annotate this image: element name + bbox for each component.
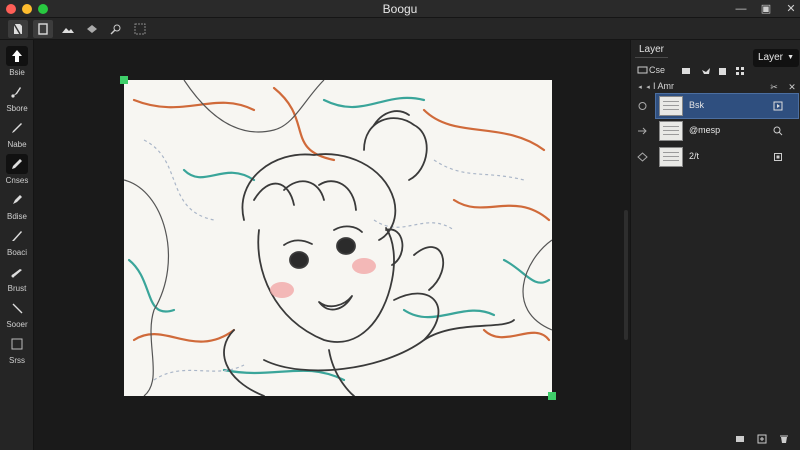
sketch-drawing [124,80,552,396]
canvas-workspace[interactable] [34,40,630,450]
panel-tools-row: Cse [631,64,800,78]
visibility-icon[interactable] [637,101,648,111]
magic-wand-icon [110,24,121,35]
tool-smudge[interactable]: Sooer [2,298,32,332]
document-icon-button[interactable] [8,20,28,38]
trash-icon[interactable] [777,432,791,446]
transform-button[interactable] [58,20,78,38]
tool-label: Bsie [9,68,25,77]
canvas-handle-bottom-right[interactable] [548,392,556,400]
canvas-icon [38,23,48,35]
panel-options-icon[interactable] [679,64,693,78]
panel-blend-row: ◂ ◂ I Amr ✂ ✕ [631,80,800,94]
title-bar: Boogu — ▣ ✕ [0,0,800,18]
layer-lock-icon[interactable] [771,150,785,164]
layer-thumbnail [659,96,683,116]
link-arrow-icon[interactable] [637,126,648,136]
new-layer-icon[interactable] [755,432,769,446]
layer-dropdown-value: Layer [758,52,784,63]
pencil-icon [6,154,28,174]
grid-icon [134,23,146,35]
tool-label: Brust [7,284,27,293]
book-icon[interactable] [733,432,747,446]
tool-knife[interactable]: Boaci [2,226,32,260]
document-icon [13,23,22,35]
smudge-icon [6,298,28,318]
tool-label: Sbore [6,104,28,113]
eraser-icon [6,334,28,354]
tool-label: Cnses [5,176,29,185]
layer-group-icon[interactable] [733,64,747,78]
tool-airbrush[interactable]: Brust [2,262,32,296]
tab-layer[interactable]: Layer [635,42,669,58]
tools-panel: Bsie Sbore Nabe Cnses Bdise Boaci Brust … [0,40,34,450]
tool-label: Sooer [6,320,28,329]
scissors-icon[interactable]: ✂ [767,80,781,94]
tool-pen[interactable]: Nabe [2,118,32,152]
tool-eraser[interactable]: Srss [2,334,32,368]
window-title: Boogu [382,2,418,16]
restore-icon[interactable]: ▣ [759,2,773,16]
grid-button[interactable] [130,20,150,38]
canvas-handle-top-left[interactable] [120,76,128,84]
duplicate-layer-icon[interactable] [715,64,729,78]
tool-label: Bdise [6,212,27,221]
move-arrow-icon [6,46,28,66]
toolbar [0,18,800,40]
tool-label: Srss [9,356,25,365]
layer-name: Bsk [689,100,705,110]
tool-brush[interactable]: Sbore [2,82,32,116]
tool-label: Nabe [7,140,27,149]
tool-move[interactable]: Bsie [2,46,32,80]
layer-panel: Layer Layer ▼ Cse ◂ ◂ I Amr ✂ ✕ Bsk @mes… [630,40,800,450]
tool-marker[interactable]: Bdise [2,190,32,224]
layer-thumbnail [659,121,683,141]
layer-item[interactable]: Bsk [631,93,800,119]
close-panel-icon[interactable]: ✕ [785,80,799,94]
canvas-view-button[interactable] [33,20,53,38]
bird-icon[interactable] [699,64,713,78]
panel-row-label: Cse [649,65,666,75]
layer-name: @mesp [689,125,721,135]
landscape-icon [62,28,74,33]
layer-settings-icon[interactable] [771,99,785,113]
chat-icon[interactable] [635,64,649,78]
tool-pencil[interactable]: Cnses [2,154,32,188]
blend-mode-label: I Amr [653,81,675,91]
diamond-icon [87,25,97,33]
layer-thumbnail [659,147,683,167]
layer-name: 2/t [689,151,700,161]
pen-icon [6,118,28,138]
fill-button[interactable] [82,20,102,38]
select-button[interactable] [106,20,126,38]
airbrush-icon [6,262,28,282]
marker-icon [6,190,28,210]
minimize-icon[interactable]: — [734,2,748,16]
drawing-canvas[interactable] [124,80,552,396]
brush-icon [6,82,28,102]
layer-item[interactable]: @mesp [631,118,800,144]
visibility-icon[interactable] [637,152,648,162]
knife-icon [6,226,28,246]
layer-item[interactable]: 2/t [631,144,800,170]
vertical-scrollbar[interactable] [624,210,628,340]
search-icon[interactable] [771,124,785,138]
close-icon[interactable]: ✕ [784,2,798,16]
tool-label: Boaci [6,248,27,257]
